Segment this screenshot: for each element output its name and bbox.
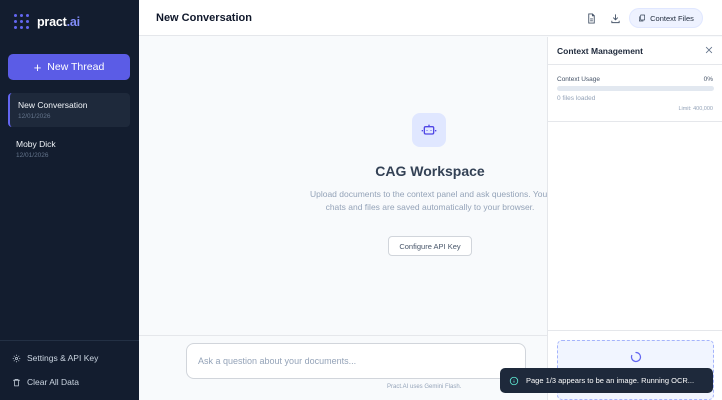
context-files-button[interactable]: Context Files bbox=[629, 8, 703, 28]
context-management-panel: Context Management Context Usage 0% 0 fi… bbox=[547, 37, 722, 400]
context-usage-label: Context Usage bbox=[557, 76, 600, 83]
brand-name-accent: .ai bbox=[66, 14, 81, 29]
clear-data-link[interactable]: Clear All Data bbox=[12, 377, 79, 387]
model-footnote: Pract.AI uses Gemini Flash. bbox=[387, 384, 462, 390]
download-icon[interactable] bbox=[608, 11, 622, 25]
document-icon[interactable] bbox=[584, 11, 598, 25]
dots-grid-icon bbox=[14, 14, 29, 29]
files-icon bbox=[639, 14, 646, 22]
clear-data-label: Clear All Data bbox=[27, 377, 79, 387]
context-usage-bar bbox=[557, 86, 714, 91]
bot-icon bbox=[412, 113, 446, 147]
spinner-icon bbox=[630, 351, 642, 363]
divider bbox=[548, 121, 722, 122]
sidebar-divider bbox=[0, 340, 139, 341]
plus-icon: + bbox=[33, 59, 42, 75]
brand-name: pract.ai bbox=[37, 15, 80, 29]
thread-title: Moby Dick bbox=[16, 139, 56, 149]
thread-item-active[interactable]: New Conversation 12/01/2026 bbox=[8, 93, 130, 127]
thread-date: 12/01/2026 bbox=[16, 152, 49, 159]
panel-header: Context Management bbox=[548, 37, 722, 65]
toast-message: Page 1/3 appears to be an image. Running… bbox=[526, 376, 695, 385]
context-limit: Limit: 400,000 bbox=[678, 106, 713, 112]
thread-title: New Conversation bbox=[18, 100, 88, 110]
new-thread-label: New Thread bbox=[47, 61, 105, 73]
workspace-area bbox=[139, 37, 547, 335]
context-files-label: Context Files bbox=[650, 13, 694, 23]
close-icon[interactable] bbox=[704, 45, 714, 55]
page-title: New Conversation bbox=[156, 12, 252, 24]
sidebar: pract.ai + New Thread New Conversation 1… bbox=[0, 0, 139, 400]
header: New Conversation Context Files bbox=[139, 0, 722, 36]
files-loaded-count: 0 files loaded bbox=[557, 95, 596, 102]
thread-item[interactable]: Moby Dick 12/01/2026 bbox=[8, 132, 130, 166]
configure-api-key-button[interactable]: Configure API Key bbox=[388, 236, 472, 256]
workspace-description: Upload documents to the context panel an… bbox=[309, 189, 551, 212]
new-thread-button[interactable]: + New Thread bbox=[8, 54, 130, 80]
divider bbox=[548, 330, 722, 331]
trash-icon bbox=[13, 378, 20, 386]
gear-icon bbox=[12, 354, 21, 362]
question-input[interactable] bbox=[186, 343, 526, 379]
info-icon bbox=[509, 376, 519, 385]
thread-date: 12/01/2026 bbox=[18, 113, 51, 120]
settings-label: Settings & API Key bbox=[27, 353, 99, 363]
settings-link[interactable]: Settings & API Key bbox=[12, 353, 98, 363]
workspace-title: CAG Workspace bbox=[375, 163, 485, 179]
panel-title: Context Management bbox=[557, 46, 643, 56]
brand-name-main: pract bbox=[37, 14, 67, 29]
logo[interactable]: pract.ai bbox=[14, 14, 80, 29]
ocr-toast: Page 1/3 appears to be an image. Running… bbox=[500, 368, 713, 393]
context-usage-percent: 0% bbox=[703, 76, 713, 83]
